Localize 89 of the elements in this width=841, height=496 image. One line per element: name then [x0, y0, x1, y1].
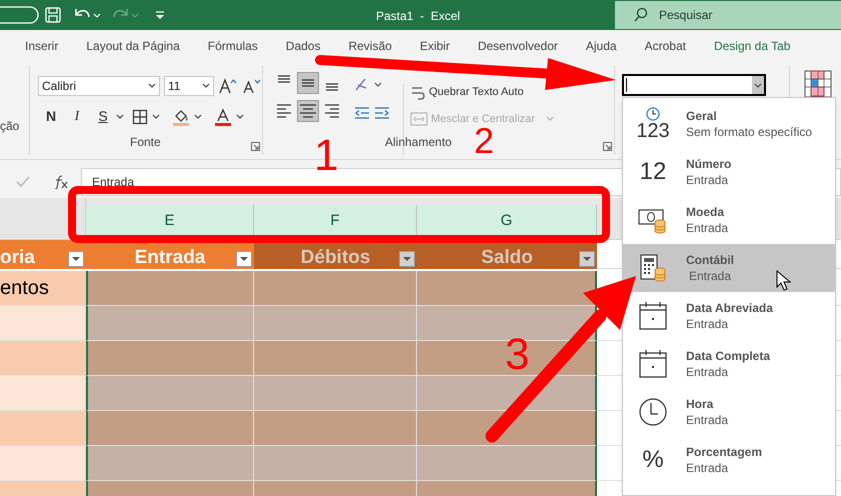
format-name: Porcentagem — [686, 444, 762, 460]
ribbon-tab[interactable]: Layout da Página — [78, 33, 188, 59]
toggle-icon[interactable] — [0, 5, 40, 25]
group-label: ção — [0, 118, 20, 135]
merge-icon — [410, 110, 428, 127]
format-menu-item[interactable]: % Porcentagem Entrada — [623, 436, 835, 484]
ribbon-tab[interactable]: Fórmulas — [200, 33, 266, 59]
format-menu-item[interactable]: 12 Número Entrada — [623, 148, 835, 196]
caret-icon — [752, 76, 764, 94]
dialog-launcher-icon[interactable] — [251, 142, 260, 151]
table-header: oria — [0, 240, 86, 269]
format-menu-item[interactable]: Data Completa Entrada — [623, 340, 835, 388]
ribbon-tab[interactable]: Inserir — [17, 33, 66, 59]
format-name: Geral — [686, 108, 718, 124]
caret-icon[interactable] — [152, 114, 160, 120]
window-title: Pasta1 - Excel — [376, 8, 460, 25]
font-size-field[interactable]: 11 — [164, 76, 214, 96]
format-example: Entrada — [689, 268, 732, 284]
fill-color-icon[interactable] — [172, 108, 190, 126]
table-header: Entrada — [86, 240, 254, 269]
format-menu-item[interactable]: Hora Entrada — [623, 388, 835, 436]
customize-icon[interactable] — [154, 9, 166, 21]
font-name-field[interactable]: Calibri — [38, 76, 160, 96]
format-name: Moeda — [686, 204, 726, 220]
ribbon-tab[interactable]: Ajuda — [578, 33, 625, 59]
calendar-icon — [638, 349, 668, 379]
format-example: Entrada — [686, 412, 728, 428]
ribbon-tab[interactable]: Dados — [278, 33, 328, 59]
caret-icon — [202, 83, 210, 89]
filter-dropdown-icon[interactable] — [236, 251, 252, 267]
save-icon[interactable] — [44, 6, 62, 24]
clock-123-icon: 123 — [636, 107, 670, 141]
wrap-text-button[interactable]: Quebrar Texto Auto — [410, 84, 554, 100]
table-header: Saldo — [417, 240, 597, 269]
format-name: Hora — [686, 396, 714, 412]
format-example: Entrada — [686, 172, 730, 188]
group-label: Alinhamento — [385, 134, 452, 151]
filter-dropdown-icon[interactable] — [399, 251, 415, 267]
format-menu-item[interactable]: Moeda Entrada — [623, 196, 835, 244]
search-icon — [633, 7, 649, 23]
caret-icon[interactable] — [236, 114, 244, 120]
insert-function-button[interactable] — [53, 175, 69, 189]
format-menu-item[interactable]: 123 Geral Sem formato específico — [623, 100, 835, 148]
format-example: Sem formato específico — [686, 124, 812, 140]
function-icon — [53, 175, 69, 189]
mouse-cursor-icon — [776, 270, 792, 292]
format-name: Data Abreviada — [686, 300, 773, 316]
caret-icon — [546, 116, 554, 122]
ribbon-tab[interactable]: Revisão — [340, 33, 400, 59]
align-icon[interactable] — [297, 100, 319, 122]
caret-icon[interactable] — [194, 114, 202, 120]
search-field[interactable]: Pesquisar — [615, 1, 841, 29]
format-example: Entrada — [686, 316, 730, 332]
format-menu-item[interactable]: Contábil Entrada — [623, 244, 835, 292]
number-format-field[interactable] — [622, 74, 766, 96]
italic-button[interactable]: I — [68, 106, 86, 127]
conditional-formatting-icon[interactable] — [804, 70, 832, 98]
format-name: Data Completa — [686, 348, 770, 364]
ribbon-tab[interactable]: Acrobat — [636, 33, 694, 59]
borders-icon[interactable] — [132, 108, 148, 124]
format-example: Entrada — [686, 220, 728, 236]
clock-icon — [646, 107, 660, 121]
underline-button[interactable]: S — [94, 106, 112, 127]
dialog-launcher-icon[interactable] — [603, 142, 612, 151]
percent-icon: % — [642, 448, 664, 472]
align-icon[interactable] — [297, 72, 319, 94]
ribbon-tab[interactable]: Desenvolvedor — [470, 33, 566, 59]
ribbon-tab[interactable]: Design da Tab — [706, 33, 798, 59]
enter-check-icon[interactable] — [15, 175, 31, 189]
caret-icon[interactable] — [116, 114, 124, 120]
format-example: Entrada — [686, 364, 730, 380]
clock-icon — [638, 397, 668, 427]
grow-font-icon[interactable] — [218, 77, 238, 95]
table-cell: entos — [0, 271, 86, 306]
filter-dropdown-icon[interactable] — [68, 251, 84, 267]
calendar-icon — [638, 301, 668, 331]
step-number: 3 — [505, 333, 530, 377]
bold-button[interactable]: N — [42, 106, 60, 127]
format-example: Entrada — [686, 460, 730, 476]
calculator-coins-icon — [638, 254, 668, 282]
filter-dropdown-icon[interactable] — [579, 251, 595, 267]
shrink-font-icon[interactable] — [242, 77, 262, 95]
group-label: Fonte — [130, 134, 161, 151]
format-name: Contábil — [686, 252, 734, 268]
format-menu-item[interactable]: Data Abreviada Entrada — [623, 292, 835, 340]
table-header: Débitos — [254, 240, 417, 269]
font-color-icon[interactable] — [214, 108, 232, 126]
ribbon-tab[interactable]: Exibir — [412, 33, 458, 59]
caret-icon — [148, 83, 156, 89]
